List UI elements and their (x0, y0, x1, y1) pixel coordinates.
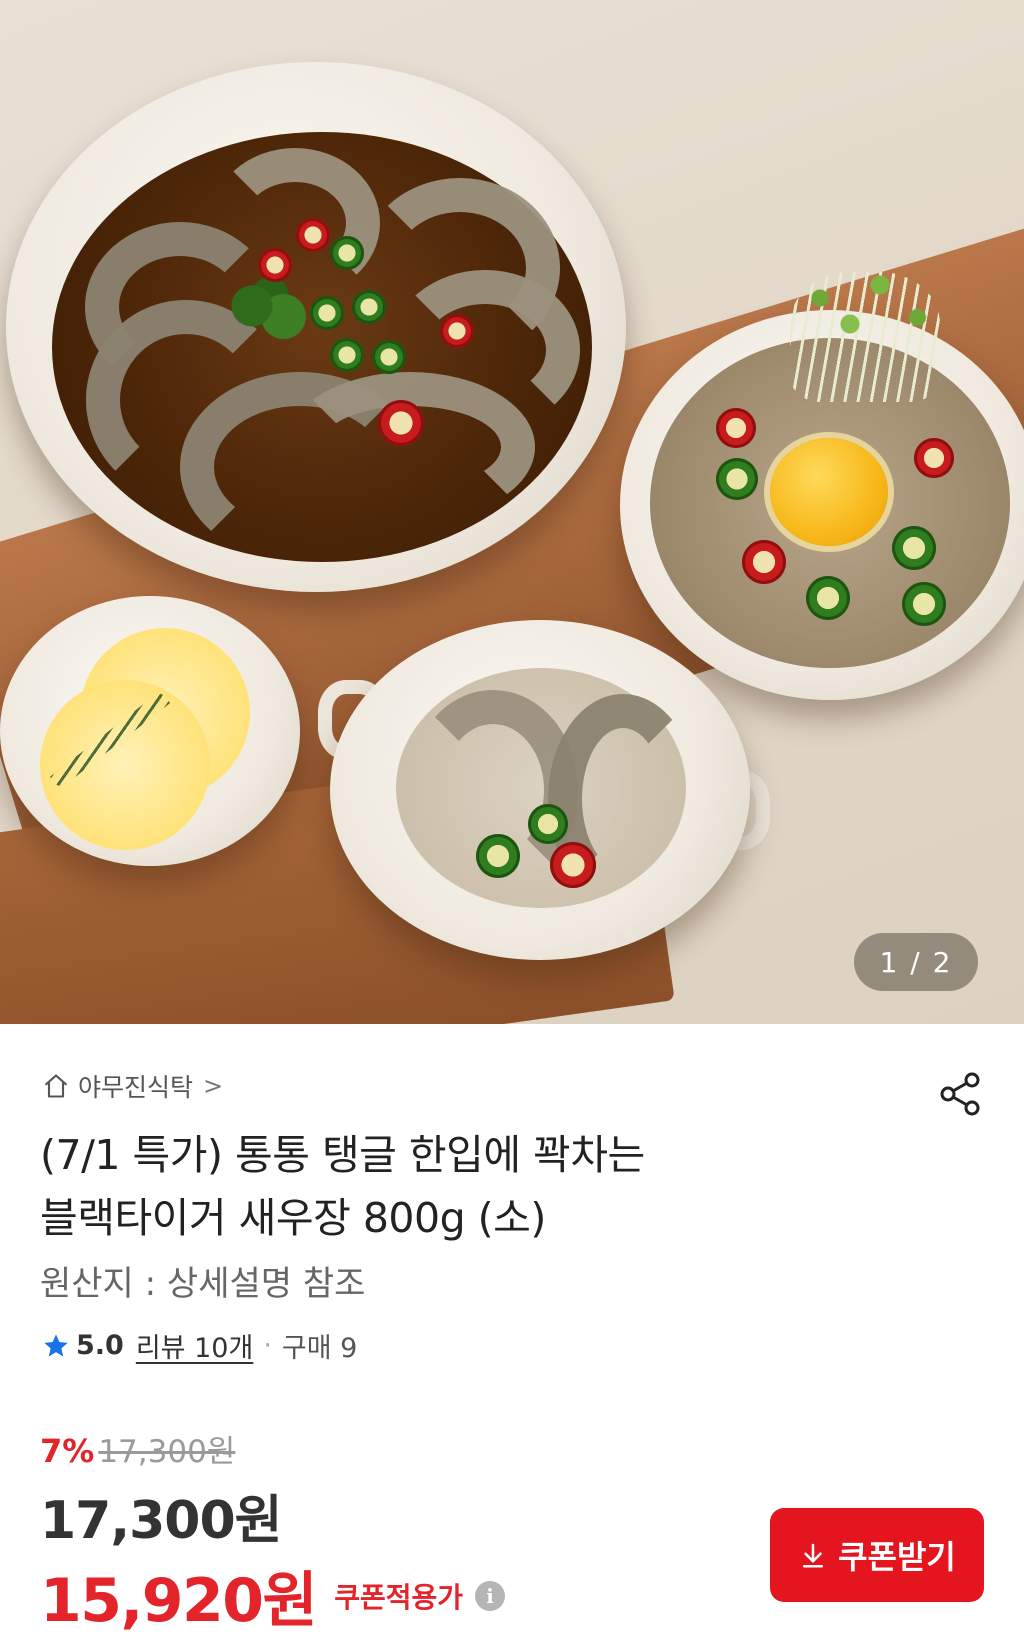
chili-slice (330, 236, 364, 270)
sale-price: 17,300원 (40, 1491, 283, 1551)
get-coupon-label: 쿠폰받기 (838, 1539, 956, 1575)
chili-slice (352, 290, 386, 324)
product-title-line-1: (7/1 특가) 통통 탱글 한입에 꽉차는 (40, 1131, 645, 1179)
chili-slice (742, 540, 786, 584)
store-link[interactable]: 야무진식탁 > (42, 1068, 223, 1104)
chili-slice (716, 408, 756, 448)
chili-slice (296, 218, 330, 252)
discount-percent: 7% (40, 1432, 95, 1470)
chili-slice (716, 458, 758, 500)
parsley-garnish (225, 278, 315, 348)
coupon-price-label: 쿠폰적용가 (334, 1580, 464, 1614)
sprouts-garnish (790, 272, 940, 402)
origin-info: 원산지 : 상세설명 참조 (40, 1264, 366, 1304)
original-price: 17,300원 (98, 1434, 236, 1470)
chili-slice (258, 248, 292, 282)
chili-slice (476, 834, 520, 878)
chili-slice (330, 338, 364, 372)
coupon-price: 15,920원 (40, 1566, 318, 1636)
share-icon[interactable] (936, 1070, 984, 1118)
chili-slice (892, 526, 936, 570)
discount-row: 7% 17,300원 (40, 1426, 235, 1471)
home-icon (44, 1074, 68, 1098)
get-coupon-button[interactable]: 쿠폰받기 (770, 1508, 984, 1602)
shrimp (285, 372, 535, 522)
rating-summary: 5.0 리뷰 10개 · 구매 9 (42, 1326, 357, 1365)
info-icon[interactable]: i (475, 1580, 506, 1611)
chili-slice (806, 576, 850, 620)
chili-slice (914, 438, 954, 478)
chili-slice (902, 582, 946, 626)
product-image-carousel[interactable]: 1 / 2 (0, 0, 1024, 1024)
rating-score: 5.0 (76, 1330, 124, 1361)
chili-slice (372, 340, 406, 374)
review-count-link[interactable]: 리뷰 10개 (136, 1326, 253, 1365)
chili-slice (310, 296, 344, 330)
product-title: (7/1 특가) 통통 탱글 한입에 꽉차는 블랙타이거 새우장 800g (소… (40, 1124, 920, 1250)
image-counter: 1 / 2 (854, 933, 978, 991)
store-name: 야무진식탁 (78, 1073, 194, 1102)
chili-slice (550, 842, 596, 888)
separator-dot: · (263, 1330, 272, 1361)
chevron-right-icon: > (203, 1072, 224, 1100)
chili-slice (440, 314, 474, 348)
chili-slice (528, 804, 568, 844)
chili-slice (378, 400, 424, 446)
star-icon (44, 1333, 68, 1356)
download-icon (803, 1543, 824, 1568)
purchase-count: 구매 9 (281, 1333, 358, 1364)
product-info: 야무진식탁 > (7/1 특가) 통통 탱글 한입에 꽉차는 블랙타이거 새우장… (0, 1024, 1024, 1636)
coupon-price-row: 15,920원 쿠폰적용가 i (40, 1552, 506, 1639)
product-title-line-2: 블랙타이거 새우장 800g (소) (40, 1194, 546, 1242)
egg-yolk (770, 438, 888, 546)
